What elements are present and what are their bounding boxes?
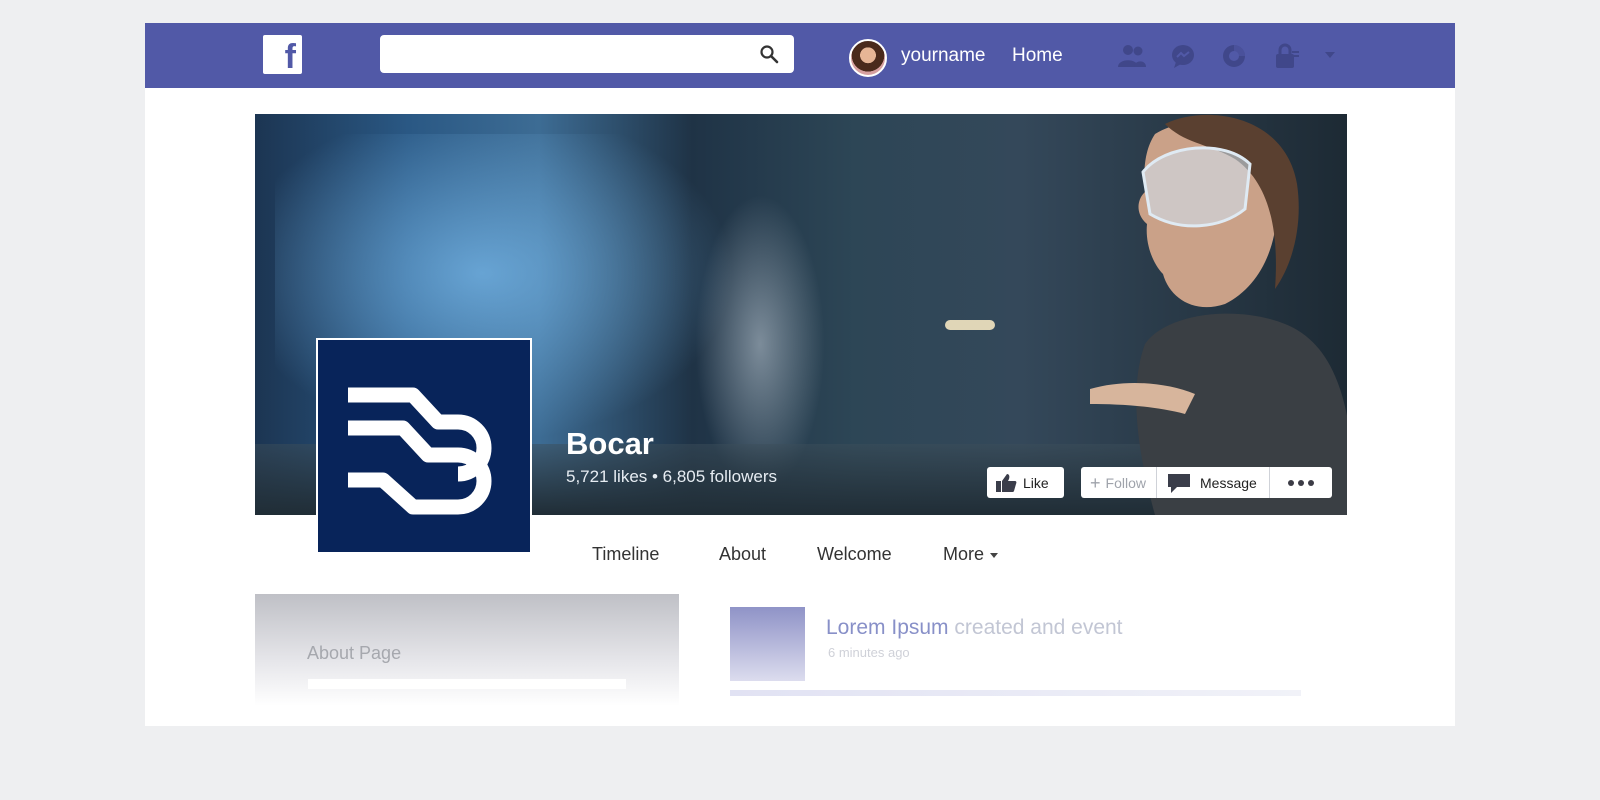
avatar[interactable] (849, 39, 887, 77)
home-link[interactable]: Home (1012, 45, 1063, 67)
about-card: About Page (255, 594, 679, 706)
notifications-icon[interactable] (1219, 43, 1249, 69)
username-link[interactable]: yourname (901, 45, 986, 67)
privacy-icon[interactable] (1271, 43, 1301, 69)
facebook-page-frame: f yourname Home Bocar 5,721 likes • 6,80… (145, 23, 1455, 726)
cover-ceiling-light (945, 320, 995, 330)
follow-label: Follow (1105, 474, 1146, 491)
friends-icon[interactable] (1117, 43, 1147, 69)
post-action: created and event (954, 616, 1123, 639)
message-label: Message (1200, 474, 1257, 491)
page-logo[interactable] (316, 338, 532, 554)
about-card-title: About Page (307, 643, 402, 663)
tab-about[interactable]: About (719, 544, 766, 565)
messenger-icon[interactable] (1168, 43, 1198, 69)
thumbs-up-icon (996, 473, 1017, 492)
more-dot-icon (1298, 479, 1304, 486)
more-dot-icon (1308, 479, 1314, 486)
top-bar: f yourname Home (145, 23, 1455, 88)
bocar-logo-icon (348, 387, 492, 515)
logo-letter: f (284, 38, 296, 76)
dropdown-icon[interactable] (1325, 52, 1335, 58)
message-icon (1168, 473, 1190, 493)
tab-more[interactable]: More (943, 544, 999, 565)
tab-more-label: More (943, 544, 985, 564)
search-icon[interactable] (759, 44, 779, 64)
like-button[interactable]: Like (987, 467, 1064, 498)
more-actions-button[interactable] (1270, 467, 1332, 498)
more-dot-icon (1288, 479, 1294, 486)
post-timestamp: 6 minutes ago (828, 645, 910, 660)
message-button[interactable]: Message (1157, 467, 1270, 498)
plus-icon: + (1090, 472, 1101, 493)
tab-welcome[interactable]: Welcome (817, 544, 892, 565)
page-title: Bocar (566, 426, 654, 461)
chevron-down-icon (990, 552, 999, 558)
post-author-link[interactable]: Lorem Ipsum (826, 616, 949, 639)
cover-engineer-figure (1090, 114, 1347, 515)
follow-button[interactable]: + Follow (1081, 467, 1157, 498)
post-title: Lorem Ipsum created and event (826, 616, 1123, 640)
page-stats: 5,721 likes • 6,805 followers (566, 467, 778, 486)
like-label: Like (1023, 474, 1049, 491)
tab-timeline[interactable]: Timeline (592, 544, 659, 565)
post-divider (730, 690, 1301, 696)
facebook-logo-icon[interactable]: f (263, 35, 302, 76)
search-input[interactable] (380, 35, 794, 73)
about-card-placeholder-bar (308, 679, 626, 689)
post-thumbnail[interactable] (730, 607, 805, 681)
page-actions-group: + Follow Message (1081, 467, 1332, 498)
